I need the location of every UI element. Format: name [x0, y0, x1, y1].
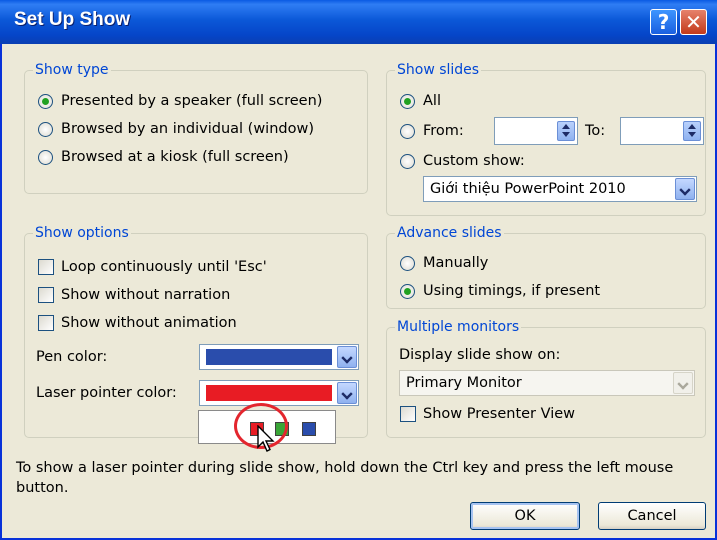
- without-animation-checkbox[interactable]: [38, 315, 54, 331]
- using-timings-label[interactable]: Using timings, if present: [423, 282, 600, 300]
- show-presenter-view-checkbox[interactable]: [400, 406, 416, 422]
- from-spinner[interactable]: [494, 117, 578, 145]
- show-presenter-view-label[interactable]: Show Presenter View: [423, 405, 575, 423]
- pen-color-picker[interactable]: [199, 344, 359, 370]
- all-slides-label[interactable]: All: [423, 92, 441, 110]
- loop-continuously-checkbox[interactable]: [38, 259, 54, 275]
- presented-by-speaker-label[interactable]: Presented by a speaker (full screen): [61, 92, 322, 110]
- display-monitor-value: Primary Monitor: [406, 375, 522, 391]
- show-slides-title: Show slides: [395, 61, 482, 79]
- custom-show-dropdown[interactable]: Giới thiệu PowerPoint 2010: [423, 176, 697, 202]
- custom-show-label[interactable]: Custom show:: [423, 152, 525, 170]
- custom-show-radio[interactable]: [400, 154, 415, 169]
- custom-show-value: Giới thiệu PowerPoint 2010: [430, 181, 626, 197]
- without-animation-label[interactable]: Show without animation: [61, 314, 237, 332]
- show-slides-group: Show slides All From: To: Custom show: G…: [386, 61, 706, 216]
- blue-swatch-option[interactable]: [302, 422, 316, 436]
- pen-color-label: Pen color:: [36, 349, 108, 365]
- from-radio[interactable]: [400, 124, 415, 139]
- chevron-down-icon[interactable]: [337, 346, 357, 368]
- ok-button[interactable]: OK: [470, 502, 580, 530]
- manually-label[interactable]: Manually: [423, 254, 488, 272]
- display-slide-show-label: Display slide show on:: [399, 347, 561, 363]
- loop-continuously-label[interactable]: Loop continuously until 'Esc': [61, 258, 267, 276]
- to-spin-arrows-icon[interactable]: [683, 121, 701, 141]
- set-up-show-dialog: Set Up Show ? ✕ Show type Presented by a…: [0, 0, 717, 540]
- laser-color-swatch: [206, 385, 332, 401]
- show-options-group: Show options Loop continuously until 'Es…: [24, 224, 368, 438]
- laser-pointer-color-picker[interactable]: [199, 380, 359, 406]
- pen-color-swatch: [206, 349, 332, 365]
- chevron-down-icon[interactable]: [673, 372, 693, 394]
- chevron-down-icon[interactable]: [675, 178, 695, 200]
- mouse-pointer-icon: [257, 425, 275, 452]
- laser-pointer-color-label: Laser pointer color:: [36, 385, 177, 401]
- to-spinner[interactable]: [620, 117, 704, 145]
- multiple-monitors-group: Multiple monitors Display slide show on:…: [386, 318, 706, 438]
- browsed-at-kiosk-radio[interactable]: [38, 150, 53, 165]
- all-slides-radio[interactable]: [400, 94, 415, 109]
- help-button[interactable]: ?: [650, 9, 677, 35]
- advance-slides-group: Advance slides Manually Using timings, i…: [386, 224, 706, 309]
- browsed-by-individual-radio[interactable]: [38, 122, 53, 137]
- presented-by-speaker-radio[interactable]: [38, 94, 53, 109]
- chevron-down-icon[interactable]: [337, 382, 357, 404]
- from-spin-arrows-icon[interactable]: [557, 121, 575, 141]
- laser-pointer-hint: To show a laser pointer during slide sho…: [16, 460, 674, 496]
- browsed-at-kiosk-label[interactable]: Browsed at a kiosk (full screen): [61, 148, 289, 166]
- using-timings-radio[interactable]: [400, 284, 415, 299]
- advance-slides-title: Advance slides: [395, 224, 504, 242]
- dialog-title: Set Up Show: [14, 9, 131, 30]
- show-type-title: Show type: [33, 61, 111, 79]
- cancel-button[interactable]: Cancel: [598, 502, 706, 530]
- show-options-title: Show options: [33, 224, 131, 242]
- manually-radio[interactable]: [400, 256, 415, 271]
- display-monitor-dropdown[interactable]: Primary Monitor: [399, 370, 695, 396]
- from-label[interactable]: From:: [423, 122, 464, 140]
- multiple-monitors-title: Multiple monitors: [395, 318, 522, 336]
- close-button[interactable]: ✕: [680, 9, 707, 35]
- show-type-group: Show type Presented by a speaker (full s…: [24, 61, 368, 194]
- title-bar[interactable]: Set Up Show ? ✕: [0, 0, 717, 44]
- without-narration-label[interactable]: Show without narration: [61, 286, 230, 304]
- to-label: To:: [585, 123, 606, 139]
- browsed-by-individual-label[interactable]: Browsed by an individual (window): [61, 120, 314, 138]
- without-narration-checkbox[interactable]: [38, 287, 54, 303]
